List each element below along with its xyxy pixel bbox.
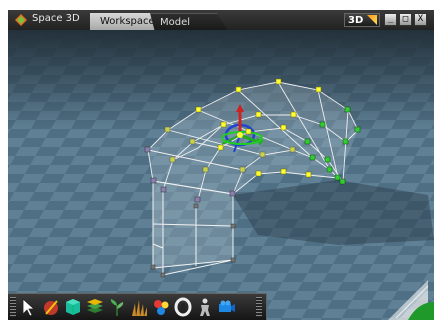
- app-window: Space 3D Workspace Model 3D _ □ X: [8, 10, 434, 320]
- tab-label: Workspace: [100, 16, 155, 27]
- plant-icon[interactable]: [108, 297, 126, 317]
- grass-icon[interactable]: [130, 297, 148, 317]
- toolbar-end-grip[interactable]: [256, 297, 262, 317]
- camera-icon[interactable]: [218, 297, 236, 317]
- view-mode-label: 3D: [348, 15, 364, 26]
- close-button[interactable]: X: [414, 13, 427, 26]
- toolbar-grip-handle[interactable]: [10, 297, 16, 317]
- view-mode-3d-button[interactable]: 3D: [344, 13, 380, 27]
- stack-layers-icon[interactable]: [86, 297, 104, 317]
- maximize-icon: □: [402, 14, 409, 24]
- select-arrow-icon[interactable]: [20, 297, 38, 317]
- cube-tool-icon[interactable]: [64, 297, 82, 317]
- corner-flag-icon: [367, 15, 377, 25]
- maximize-button[interactable]: □: [399, 13, 412, 26]
- app-title: Space 3D: [32, 13, 80, 24]
- minimize-icon: _: [387, 14, 394, 24]
- minimize-button[interactable]: _: [384, 13, 397, 26]
- paint-icon[interactable]: [42, 297, 60, 317]
- torus-icon[interactable]: [174, 297, 192, 317]
- 3d-viewport[interactable]: [8, 30, 434, 320]
- tool-palette: [8, 293, 267, 320]
- tab-model[interactable]: Model: [150, 13, 228, 31]
- figure-icon[interactable]: [196, 297, 214, 317]
- tab-label: Model: [160, 17, 191, 28]
- molecule-icon[interactable]: [152, 297, 170, 317]
- mesh-box-segment: [152, 180, 234, 276]
- close-icon: X: [417, 14, 424, 24]
- title-bar: Space 3D Workspace Model 3D _ □ X: [8, 10, 434, 31]
- app-logo-icon: [15, 14, 27, 26]
